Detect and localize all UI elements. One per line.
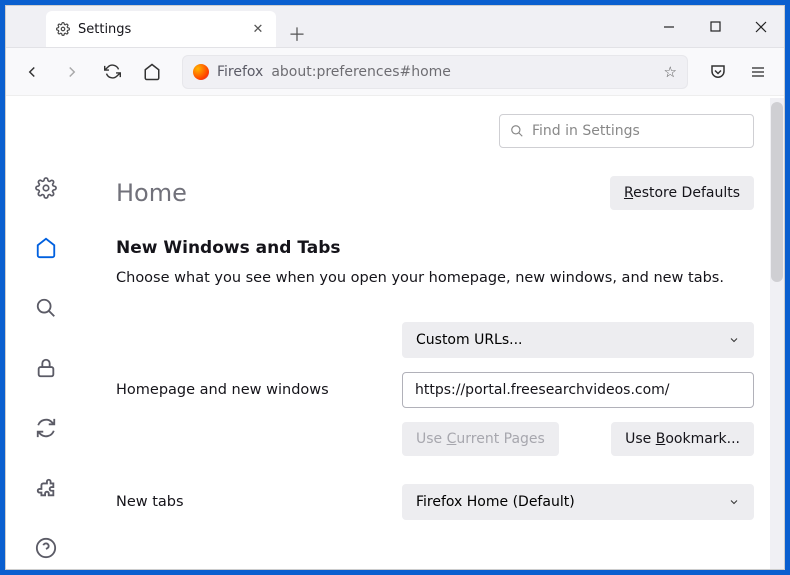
- home-button[interactable]: [134, 54, 170, 90]
- sidebar: [6, 96, 86, 569]
- maximize-button[interactable]: [692, 6, 738, 47]
- tab-strip: Settings ✕ ＋: [6, 6, 312, 47]
- back-button[interactable]: [14, 54, 50, 90]
- search-placeholder: Find in Settings: [532, 123, 640, 139]
- select-value: Custom URLs...: [416, 332, 523, 348]
- close-tab-button[interactable]: ✕: [250, 21, 266, 37]
- minimize-button[interactable]: [646, 6, 692, 47]
- section-description: Choose what you see when you open your h…: [116, 270, 754, 286]
- restore-defaults-button[interactable]: Restore Defaults: [610, 176, 754, 210]
- sidebar-sync[interactable]: [34, 416, 58, 440]
- chevron-down-icon: [728, 496, 740, 508]
- newtabs-label: New tabs: [116, 494, 386, 510]
- newtabs-mode-select[interactable]: Firefox Home (Default): [402, 484, 754, 520]
- toolbar: Firefox about:preferences#home ☆: [6, 48, 784, 96]
- sidebar-extensions[interactable]: [34, 476, 58, 500]
- main-panel: Find in Settings Home Restore Defaults N…: [86, 96, 784, 569]
- section-title: New Windows and Tabs: [116, 238, 754, 258]
- sidebar-general[interactable]: [34, 176, 58, 200]
- titlebar: Settings ✕ ＋: [6, 6, 784, 48]
- scrollbar[interactable]: [770, 98, 784, 569]
- browser-tab[interactable]: Settings ✕: [46, 11, 276, 47]
- forward-button[interactable]: [54, 54, 90, 90]
- url-scope: Firefox: [217, 64, 263, 80]
- homepage-mode-select[interactable]: Custom URLs...: [402, 322, 754, 358]
- firefox-icon: [193, 64, 209, 80]
- browser-window: Settings ✕ ＋: [5, 5, 785, 570]
- sidebar-home[interactable]: [34, 236, 58, 260]
- homepage-url-input[interactable]: [402, 372, 754, 408]
- search-icon: [510, 124, 524, 138]
- new-tab-button[interactable]: ＋: [282, 21, 312, 47]
- window-controls: [646, 6, 784, 47]
- scroll-thumb[interactable]: [771, 102, 783, 282]
- chevron-down-icon: [728, 334, 740, 346]
- tab-title: Settings: [78, 22, 242, 37]
- use-current-pages-button[interactable]: Use Current Pages: [402, 422, 559, 456]
- close-window-button[interactable]: [738, 6, 784, 47]
- settings-search-input[interactable]: Find in Settings: [499, 114, 754, 148]
- reload-button[interactable]: [94, 54, 130, 90]
- bookmark-star-icon[interactable]: ☆: [664, 63, 677, 81]
- pocket-button[interactable]: [700, 54, 736, 90]
- select-value: Firefox Home (Default): [416, 494, 575, 510]
- gear-icon: [56, 22, 70, 36]
- url-bar[interactable]: Firefox about:preferences#home ☆: [182, 55, 688, 89]
- content-area: Find in Settings Home Restore Defaults N…: [6, 96, 784, 569]
- use-bookmark-button[interactable]: Use Bookmark...: [611, 422, 754, 456]
- homepage-row-label: Homepage and new windows: [116, 382, 386, 398]
- sidebar-privacy[interactable]: [34, 356, 58, 380]
- page-title: Home: [116, 179, 187, 207]
- sidebar-help[interactable]: [34, 536, 58, 560]
- menu-button[interactable]: [740, 54, 776, 90]
- url-path: about:preferences#home: [271, 64, 655, 80]
- sidebar-search[interactable]: [34, 296, 58, 320]
